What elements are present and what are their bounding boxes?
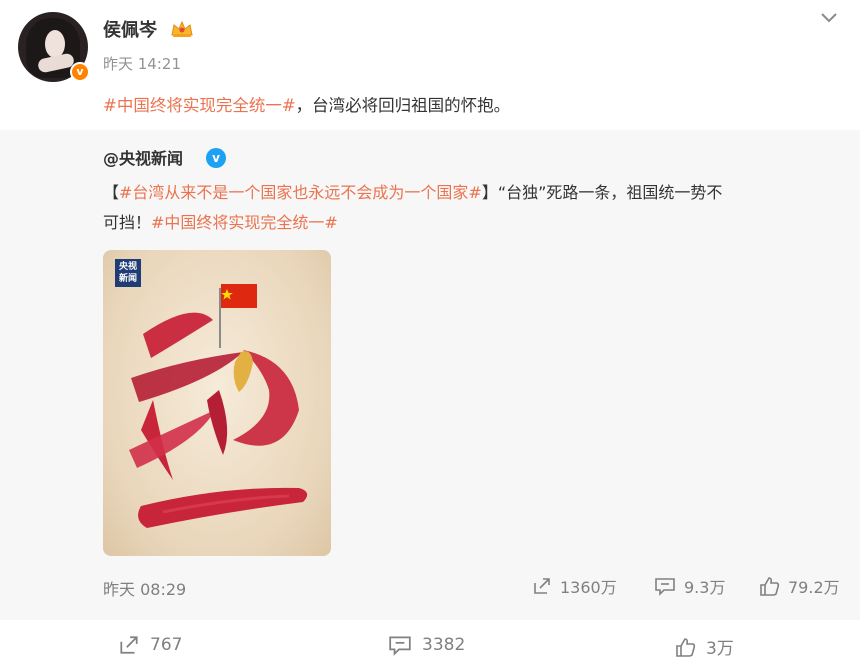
post-footer: 767 3382 3万 [0, 620, 860, 670]
dropdown-chevron-icon[interactable] [820, 10, 838, 24]
repost-share-button[interactable]: 1360万 [532, 574, 617, 598]
comment-icon [389, 636, 411, 656]
comment-count: 3382 [422, 635, 466, 655]
unity-calligraphy-art [129, 284, 308, 528]
reposted-card: @央视新闻 v 【#台湾从来不是一个国家也永远不会成为一个国家#】“台独”死路一… [0, 130, 860, 620]
post-author-name[interactable]: 侯佩岑 [103, 16, 157, 42]
like-count: 3万 [706, 639, 734, 659]
hashtag-link[interactable]: #台湾从来不是一个国家也永远不会成为一个国家# [119, 183, 482, 202]
repost-icon [120, 636, 138, 654]
post-timestamp[interactable]: 昨天 14:21 [103, 53, 181, 74]
repost-text-mid: 】“台独”死路一条，祖国统一势不 [481, 183, 723, 202]
repost-author-name[interactable]: @央视新闻 [103, 145, 183, 169]
repost-footer: 昨天 08:29 1360万 9.3万 79.2万 [0, 568, 860, 600]
bracket-open: 【 [103, 183, 120, 202]
comment-count: 9.3万 [684, 578, 726, 597]
verified-blue-icon: v [206, 148, 226, 168]
like-count: 79.2万 [788, 578, 840, 597]
comment-button[interactable]: 3382 [388, 634, 465, 656]
hashtag-link[interactable]: #中国终将实现完全统一# [103, 96, 296, 115]
repost-image[interactable]: 央视 新闻 [103, 250, 331, 556]
post-content: #中国终将实现完全统一#，台湾必将回归祖国的怀抱。 [103, 92, 510, 116]
flag-pole [219, 288, 221, 348]
repost-comment-button[interactable]: 9.3万 [654, 574, 725, 598]
weibo-post: v 侯佩岑 昨天 14:21 #中国终将实现完全统一#，台湾必将回归祖国的怀抱。… [0, 0, 860, 670]
repost-icon [534, 578, 550, 594]
like-icon [760, 577, 780, 596]
verified-badge: v [70, 62, 90, 82]
hashtag-link[interactable]: #中国终将实现完全统一# [151, 213, 338, 232]
post-text-rest: ，台湾必将回归祖国的怀抱。 [295, 96, 511, 115]
repost-text-line2: 可挡！ [103, 213, 152, 232]
comment-icon [655, 578, 675, 596]
share-count: 767 [150, 635, 183, 655]
share-button[interactable]: 767 [118, 634, 182, 656]
like-icon [676, 637, 696, 657]
crown-vip-icon[interactable] [170, 20, 194, 38]
repost-content: 【#台湾从来不是一个国家也永远不会成为一个国家#】“台独”死路一条，祖国统一势不… [103, 178, 843, 238]
repost-timestamp[interactable]: 昨天 08:29 [103, 576, 186, 600]
like-button[interactable]: 3万 [674, 634, 734, 659]
cctv-news-logo: 央视 新闻 [115, 259, 141, 287]
repost-count: 1360万 [560, 578, 617, 597]
repost-like-button[interactable]: 79.2万 [758, 574, 840, 598]
